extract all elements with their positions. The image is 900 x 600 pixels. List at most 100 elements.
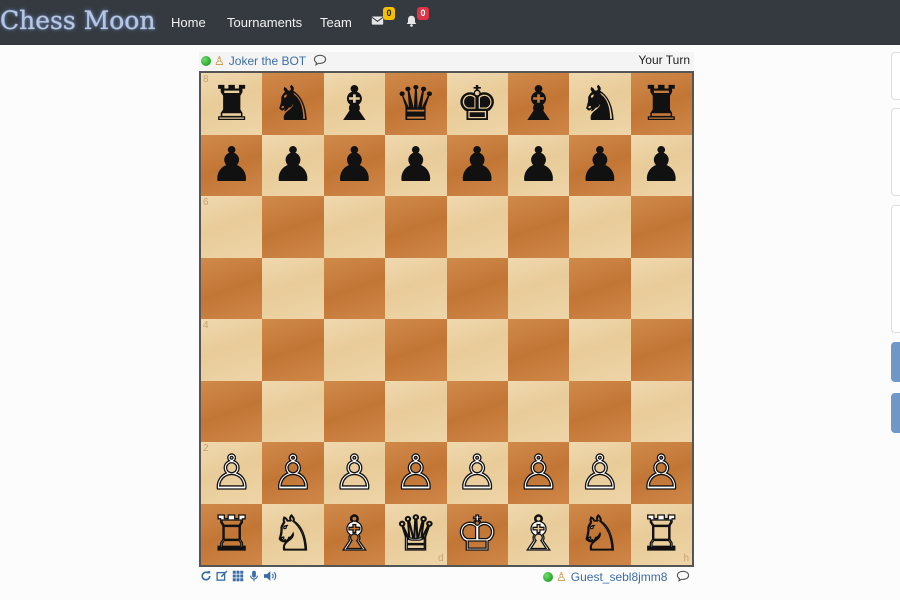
square-g8[interactable]: ♞ <box>569 73 631 135</box>
chess-piece[interactable]: ♙ <box>210 448 254 497</box>
chess-piece[interactable]: ♚ <box>456 80 499 128</box>
chess-piece[interactable]: ♟ <box>210 141 253 189</box>
square-g6[interactable] <box>569 196 631 258</box>
nav-home[interactable]: Home <box>171 15 206 30</box>
square-a8[interactable]: ♜ 8 <box>201 73 263 135</box>
square-f1[interactable]: ♗ <box>507 503 570 565</box>
chess-board[interactable]: ♜ 8 ♞ ♝ ♛ ♚ ♝ ♞ ♜ ♟ ♟ ♟ ♟ ♟ ♟ ♟ ♟ 6 4 ♙ 2 ♙ ♙ ♙ ♙ ♙ ♙ ♙ ♖ ♘ ♗ ♕ d ♔ ♗ ♘ ♖ h <box>199 71 694 567</box>
chess-piece[interactable]: ♙ <box>394 448 438 497</box>
chess-piece[interactable]: ♕ <box>394 510 438 559</box>
opponent-name-link[interactable]: Joker the BOT <box>229 54 306 68</box>
square-b8[interactable]: ♞ <box>262 73 324 135</box>
square-c6[interactable] <box>323 196 386 258</box>
chess-piece[interactable]: ♘ <box>578 510 622 559</box>
square-b3[interactable] <box>262 380 324 442</box>
square-d2[interactable]: ♙ <box>385 442 447 504</box>
square-g4[interactable] <box>569 319 631 381</box>
square-c2[interactable]: ♙ <box>323 442 386 504</box>
side-panel-edge[interactable] <box>891 205 900 333</box>
square-e6[interactable] <box>446 196 508 258</box>
chess-piece[interactable]: ♛ <box>394 80 437 128</box>
chess-piece[interactable]: ♜ <box>640 80 683 128</box>
square-h7[interactable]: ♟ <box>630 134 692 196</box>
square-b6[interactable] <box>262 196 324 258</box>
square-g7[interactable]: ♟ <box>569 134 631 196</box>
square-a6[interactable]: 6 <box>201 196 263 258</box>
edit-icon[interactable] <box>215 570 228 583</box>
square-e1[interactable]: ♔ <box>446 503 508 565</box>
chess-piece[interactable]: ♘ <box>271 510 315 559</box>
square-d6[interactable] <box>385 196 447 258</box>
square-d3[interactable] <box>385 380 447 442</box>
square-h6[interactable] <box>630 196 692 258</box>
square-a4[interactable]: 4 <box>201 319 263 381</box>
chess-piece[interactable]: ♟ <box>517 141 560 189</box>
chess-piece[interactable]: ♜ <box>210 80 253 128</box>
square-f3[interactable] <box>507 380 570 442</box>
square-c8[interactable]: ♝ <box>323 73 386 135</box>
square-b2[interactable]: ♙ <box>262 442 324 504</box>
side-button-edge[interactable] <box>891 342 900 382</box>
chess-piece[interactable]: ♙ <box>332 448 376 497</box>
grid-icon[interactable] <box>231 570 244 583</box>
square-a5[interactable] <box>201 257 263 319</box>
square-c4[interactable] <box>323 319 386 381</box>
chess-piece[interactable]: ♔ <box>455 510 499 559</box>
square-d8[interactable]: ♛ <box>385 73 447 135</box>
square-g2[interactable]: ♙ <box>569 442 631 504</box>
chess-piece[interactable]: ♗ <box>332 510 376 559</box>
square-b4[interactable] <box>262 319 324 381</box>
square-d7[interactable]: ♟ <box>385 134 447 196</box>
square-g3[interactable] <box>569 380 631 442</box>
chess-piece[interactable]: ♝ <box>333 80 376 128</box>
square-h5[interactable] <box>630 257 692 319</box>
square-c7[interactable]: ♟ <box>323 134 386 196</box>
square-g5[interactable] <box>569 257 631 319</box>
square-e4[interactable] <box>446 319 508 381</box>
square-f7[interactable]: ♟ <box>507 134 570 196</box>
square-e7[interactable]: ♟ <box>446 134 508 196</box>
square-d4[interactable] <box>385 319 447 381</box>
square-h3[interactable] <box>630 380 692 442</box>
chat-bubble-icon[interactable] <box>676 570 690 585</box>
square-b5[interactable] <box>262 257 324 319</box>
square-e5[interactable] <box>446 257 508 319</box>
player-name-link[interactable]: Guest_sebl8jmm8 <box>571 570 668 584</box>
chess-piece[interactable]: ♞ <box>272 80 315 128</box>
square-f6[interactable] <box>507 196 570 258</box>
nav-team[interactable]: Team <box>320 15 352 30</box>
square-a2[interactable]: ♙ 2 <box>201 442 263 504</box>
square-d5[interactable] <box>385 257 447 319</box>
square-c3[interactable] <box>323 380 386 442</box>
square-c1[interactable]: ♗ <box>323 503 386 565</box>
chess-piece[interactable]: ♞ <box>578 80 621 128</box>
side-button-edge[interactable] <box>891 393 900 433</box>
square-c5[interactable] <box>323 257 386 319</box>
square-f5[interactable] <box>507 257 570 319</box>
chess-piece[interactable]: ♙ <box>455 448 499 497</box>
square-e8[interactable]: ♚ <box>446 73 508 135</box>
chess-piece[interactable]: ♖ <box>210 510 254 559</box>
square-b7[interactable]: ♟ <box>262 134 324 196</box>
chess-piece[interactable]: ♙ <box>578 448 622 497</box>
chess-piece[interactable]: ♟ <box>333 141 376 189</box>
chess-piece[interactable]: ♝ <box>517 80 560 128</box>
square-b1[interactable]: ♘ <box>262 503 324 565</box>
chess-piece[interactable]: ♟ <box>640 141 683 189</box>
chess-piece[interactable]: ♙ <box>516 448 560 497</box>
volume-icon[interactable] <box>263 570 277 583</box>
square-g1[interactable]: ♘ <box>569 503 631 565</box>
chess-piece[interactable]: ♙ <box>271 448 315 497</box>
square-h2[interactable]: ♙ <box>630 442 692 504</box>
chess-piece[interactable]: ♗ <box>516 510 560 559</box>
chess-piece[interactable]: ♖ <box>639 510 683 559</box>
chess-piece[interactable]: ♟ <box>394 141 437 189</box>
square-h1[interactable]: ♖ h <box>630 503 692 565</box>
refresh-icon[interactable] <box>199 570 212 583</box>
chess-piece[interactable]: ♟ <box>456 141 499 189</box>
chat-bubble-icon[interactable] <box>313 54 327 69</box>
square-d1[interactable]: ♕ d <box>385 503 447 565</box>
chess-piece[interactable]: ♟ <box>272 141 315 189</box>
chess-piece[interactable]: ♟ <box>578 141 621 189</box>
nav-tournaments[interactable]: Tournaments <box>227 15 302 30</box>
